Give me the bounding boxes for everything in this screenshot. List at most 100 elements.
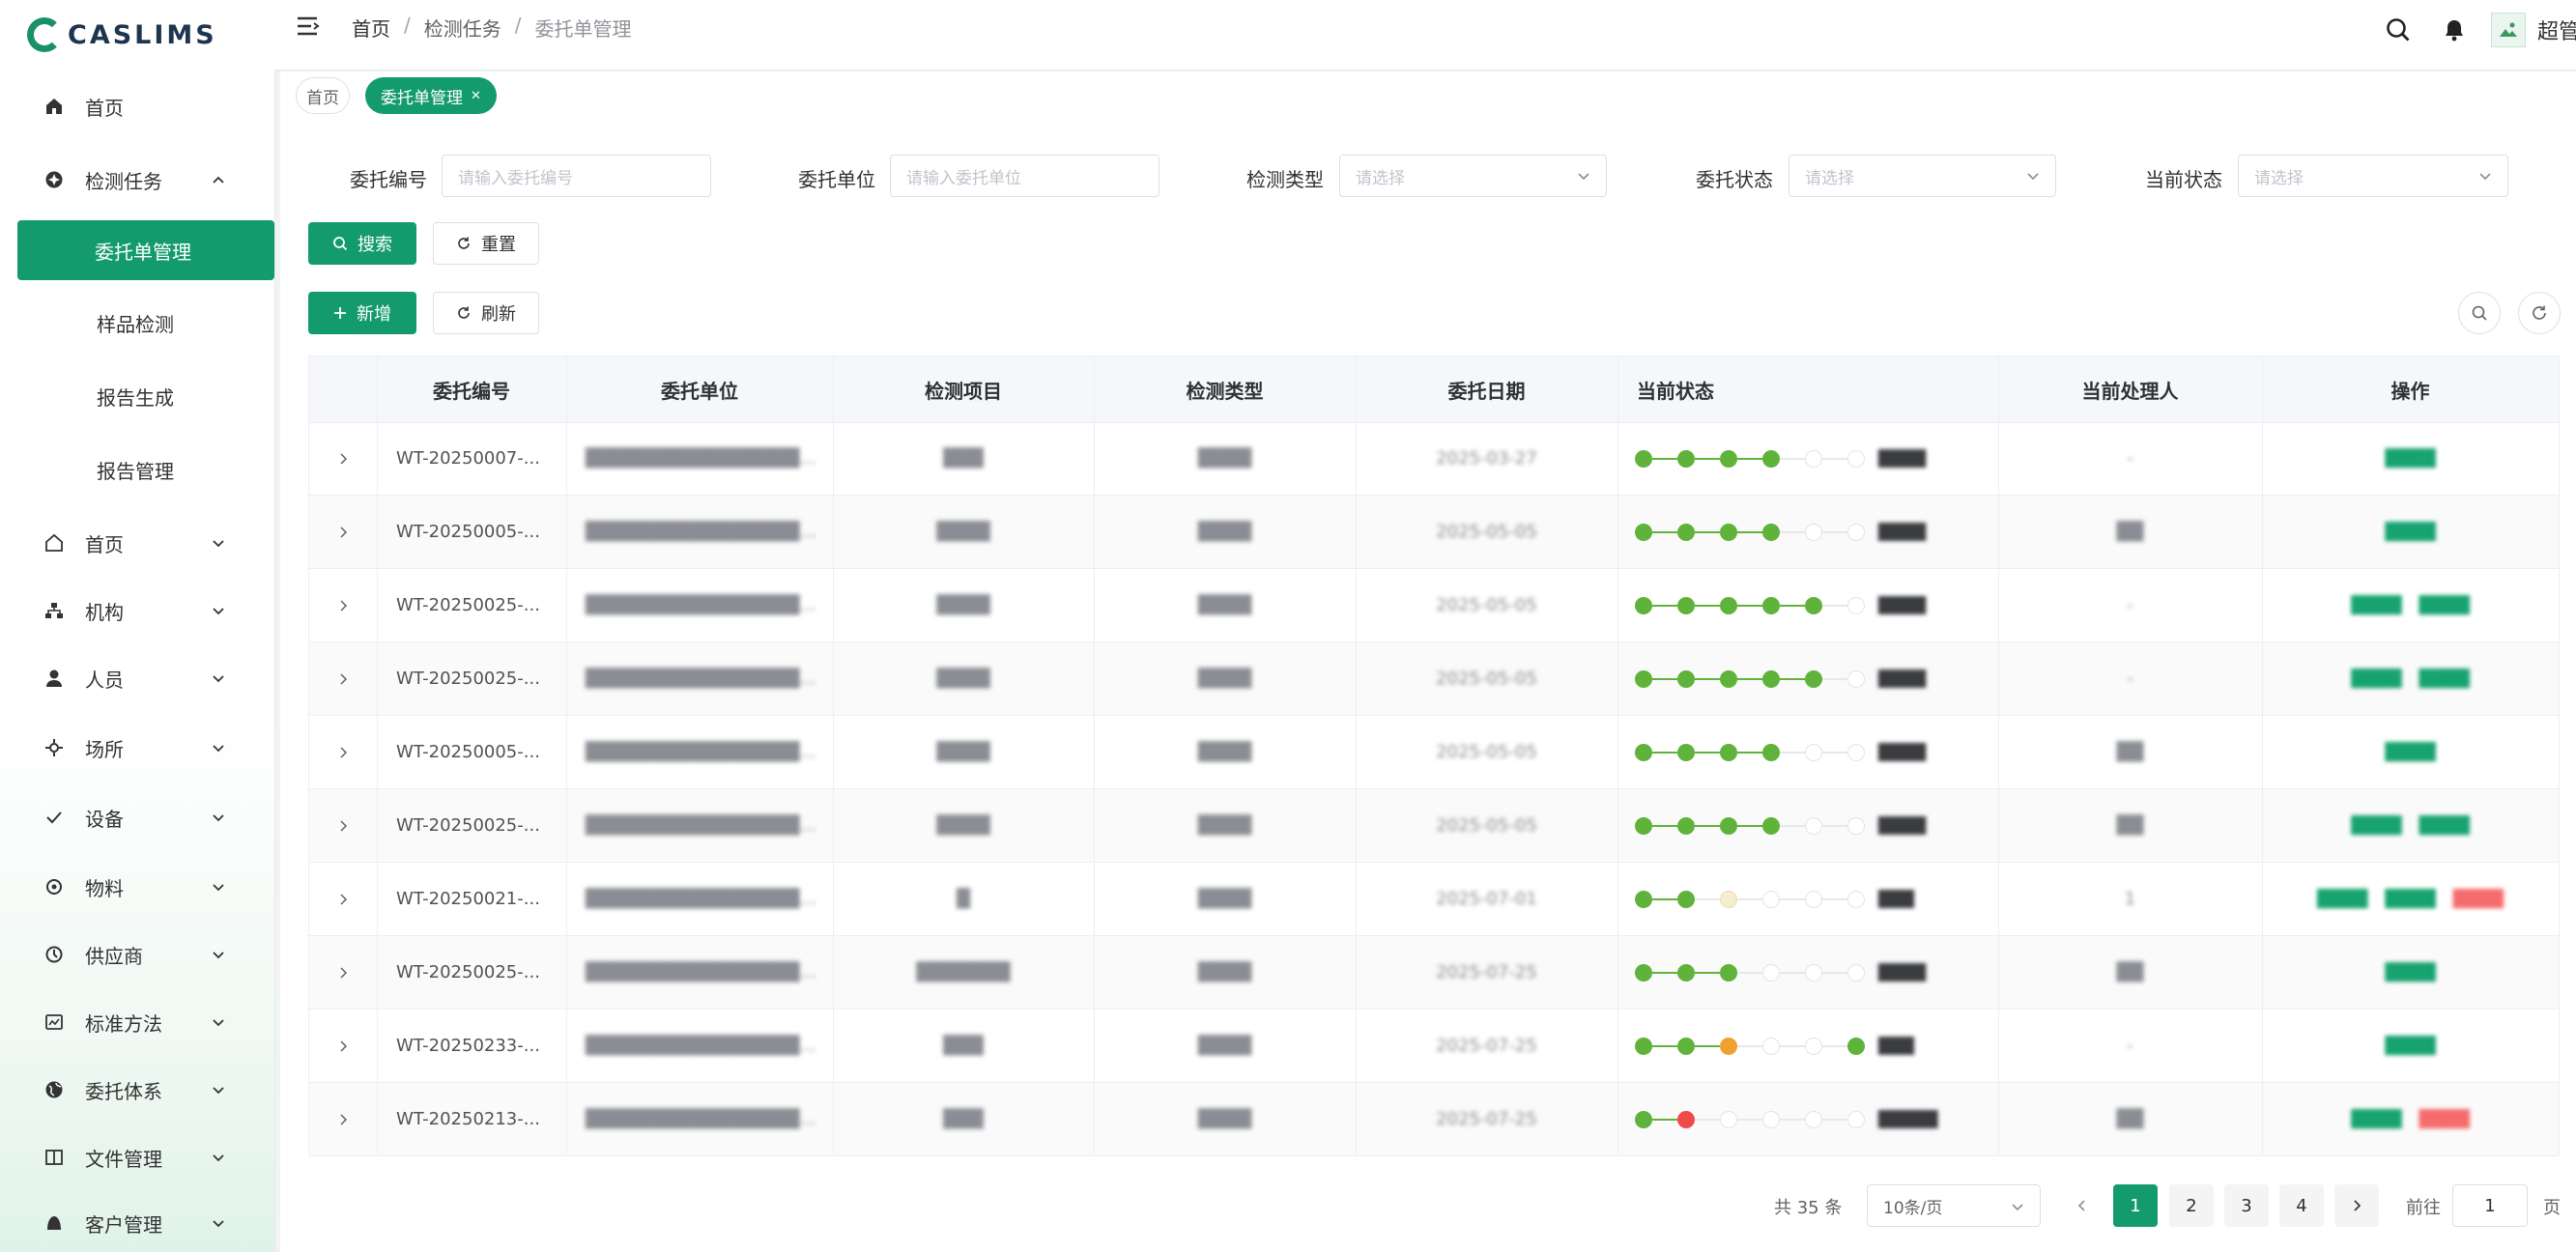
table-row[interactable]: WT-20250213-... ████████████████... ███ ███… [309,1083,2559,1156]
close-icon[interactable]: ✕ [471,89,481,103]
sidebar-item-person[interactable]: 人员 [0,649,274,707]
delete-action-link[interactable]: ████ [2453,890,2504,909]
reset-button[interactable]: 重置 [433,222,539,265]
test-type-select[interactable]: 请选择 [1339,155,1607,197]
breadcrumb-item-task[interactable]: 检测任务 [424,14,501,42]
page-jump-input[interactable]: 1 [2452,1184,2528,1227]
action-link[interactable]: ████ [2385,963,2435,982]
page-number-button[interactable]: 1 [2113,1184,2158,1227]
logo[interactable]: CASLIMS [27,12,217,58]
column-header[interactable]: 检测类型 [1094,356,1356,422]
column-header[interactable]: 检测项目 [833,356,1094,422]
expand-row-cell[interactable] [309,936,377,1009]
action-link[interactable]: ████ [2385,1037,2435,1056]
action-link[interactable]: ████ [2351,816,2401,836]
expand-row-cell[interactable] [309,1010,377,1082]
sidebar-item-supplier[interactable]: 供应商 [0,925,274,983]
user-name[interactable]: 超管 [2537,14,2576,45]
column-header[interactable]: 当前处理人 [1998,356,2262,422]
sidebar-subitem-report-manage[interactable]: 报告管理 [0,441,274,498]
column-header[interactable]: 委托单位 [566,356,833,422]
table-row[interactable]: WT-20250025-...████████████████...██████… [309,642,2559,716]
expand-row-cell[interactable] [309,422,377,495]
action-link[interactable]: ████ [2385,890,2435,909]
sidebar-item-material[interactable]: 物料 [0,858,274,916]
column-header[interactable]: 操作 [2262,356,2559,422]
action-link[interactable]: ████ [2419,596,2470,615]
commission-no-input[interactable]: 请输入委托编号 [442,155,711,197]
chevron-right-icon [340,966,348,979]
table-row[interactable]: WT-20250005-... ████████████████... ████ ██… [309,716,2559,789]
action-link[interactable]: ████ [2351,596,2401,615]
sidebar-item-home[interactable]: 首页 [0,77,274,135]
action-link[interactable]: ████ [2385,449,2435,469]
sidebar-item-system[interactable]: 委托体系 [0,1061,274,1119]
column-header[interactable]: 当前状态 [1617,356,1998,422]
expand-row-cell[interactable] [309,716,377,788]
table-search-toggle-button[interactable] [2458,292,2501,334]
action-link[interactable]: ████ [2317,890,2367,909]
menu-toggle-icon[interactable] [295,14,324,43]
bell-icon[interactable] [2435,11,2474,49]
page-number-button[interactable]: 3 [2224,1184,2269,1227]
search-icon[interactable] [2379,11,2418,49]
sidebar-item-task[interactable]: 检测任务 [0,151,274,209]
status-connector [1822,604,1847,607]
action-link[interactable]: ████ [2385,743,2435,762]
avatar[interactable] [2491,13,2526,47]
page-number-button[interactable]: 2 [2169,1184,2214,1227]
prev-page-button[interactable] [2060,1184,2104,1227]
sidebar-item-equipment[interactable]: 设备 [0,788,274,846]
delete-action-link[interactable]: ████ [2419,1110,2470,1129]
tag-current[interactable]: 委托单管理 ✕ [365,77,497,114]
status-connector [1780,1044,1805,1047]
sidebar-item-customer[interactable]: 客户管理 [0,1194,274,1252]
action-link[interactable]: ████ [2351,669,2401,689]
search-button[interactable]: 搜索 [308,222,416,265]
sidebar-item-home2[interactable]: 首页 [0,514,274,572]
table-row[interactable]: WT-20250025-...████████████████...██████… [309,936,2559,1010]
expand-row-cell[interactable] [309,642,377,715]
sidebar-subitem-sample-test[interactable]: 样品检测 [0,294,274,352]
commission-unit-input[interactable]: 请输入委托单位 [890,155,1159,197]
expand-row-cell[interactable] [309,496,377,568]
refresh-button[interactable]: 刷新 [433,292,539,334]
column-header[interactable]: 委托编号 [377,356,566,422]
breadcrumb-item-home[interactable]: 首页 [352,14,390,42]
current-status-select[interactable]: 请选择 [2238,155,2508,197]
sidebar-item-place[interactable]: 场所 [0,719,274,777]
tag-home[interactable]: 首页 [296,77,350,114]
action-link[interactable]: ████ [2419,669,2470,689]
status-connector [1737,530,1762,533]
sidebar-item-standard[interactable]: 标准方法 [0,993,274,1051]
page-size-select[interactable]: 10条/页 [1867,1184,2041,1227]
status-steps: ████ [1617,743,1926,761]
table-row[interactable]: WT-20250005-... ████████████████... ████ ██… [309,496,2559,569]
status-step-dot [1805,449,1822,468]
table-refresh-button[interactable] [2518,292,2561,334]
sidebar-subitem-report-gen[interactable]: 报告生成 [0,367,274,425]
action-link[interactable]: ████ [2351,1110,2401,1129]
sidebar-item-org[interactable]: 机构 [0,582,274,640]
expand-row-cell[interactable] [309,1083,377,1155]
expand-row-cell[interactable] [309,863,377,935]
sidebar-item-files[interactable]: 文件管理 [0,1128,274,1186]
status-step-dot [1720,523,1737,541]
table-row[interactable]: WT-20250025-...████████████████...██████… [309,789,2559,863]
add-button[interactable]: 新增 [308,292,416,334]
action-link[interactable]: ████ [2419,816,2470,836]
expand-row-cell[interactable] [309,789,377,862]
expand-row-cell[interactable] [309,569,377,641]
sidebar-subitem-commission[interactable]: 委托单管理 [17,220,274,280]
column-header[interactable]: 委托日期 [1356,356,1617,422]
chevron-right-icon [340,599,348,612]
table-row[interactable]: WT-20250233-... ████████████████... ███ ███… [309,1010,2559,1083]
next-page-button[interactable] [2334,1184,2379,1227]
table-row[interactable]: WT-20250025-...████████████████...██████… [309,569,2559,642]
action-link[interactable]: ████ [2385,523,2435,542]
cell-test-type: ████ [1197,595,1252,615]
table-row[interactable]: WT-20250021-... ████████████████... █ ████ 2… [309,863,2559,936]
table-row[interactable]: WT-20250007-... ████████████████... ███ ███… [309,422,2559,496]
commission-status-select[interactable]: 请选择 [1789,155,2056,197]
page-number-button[interactable]: 4 [2279,1184,2324,1227]
